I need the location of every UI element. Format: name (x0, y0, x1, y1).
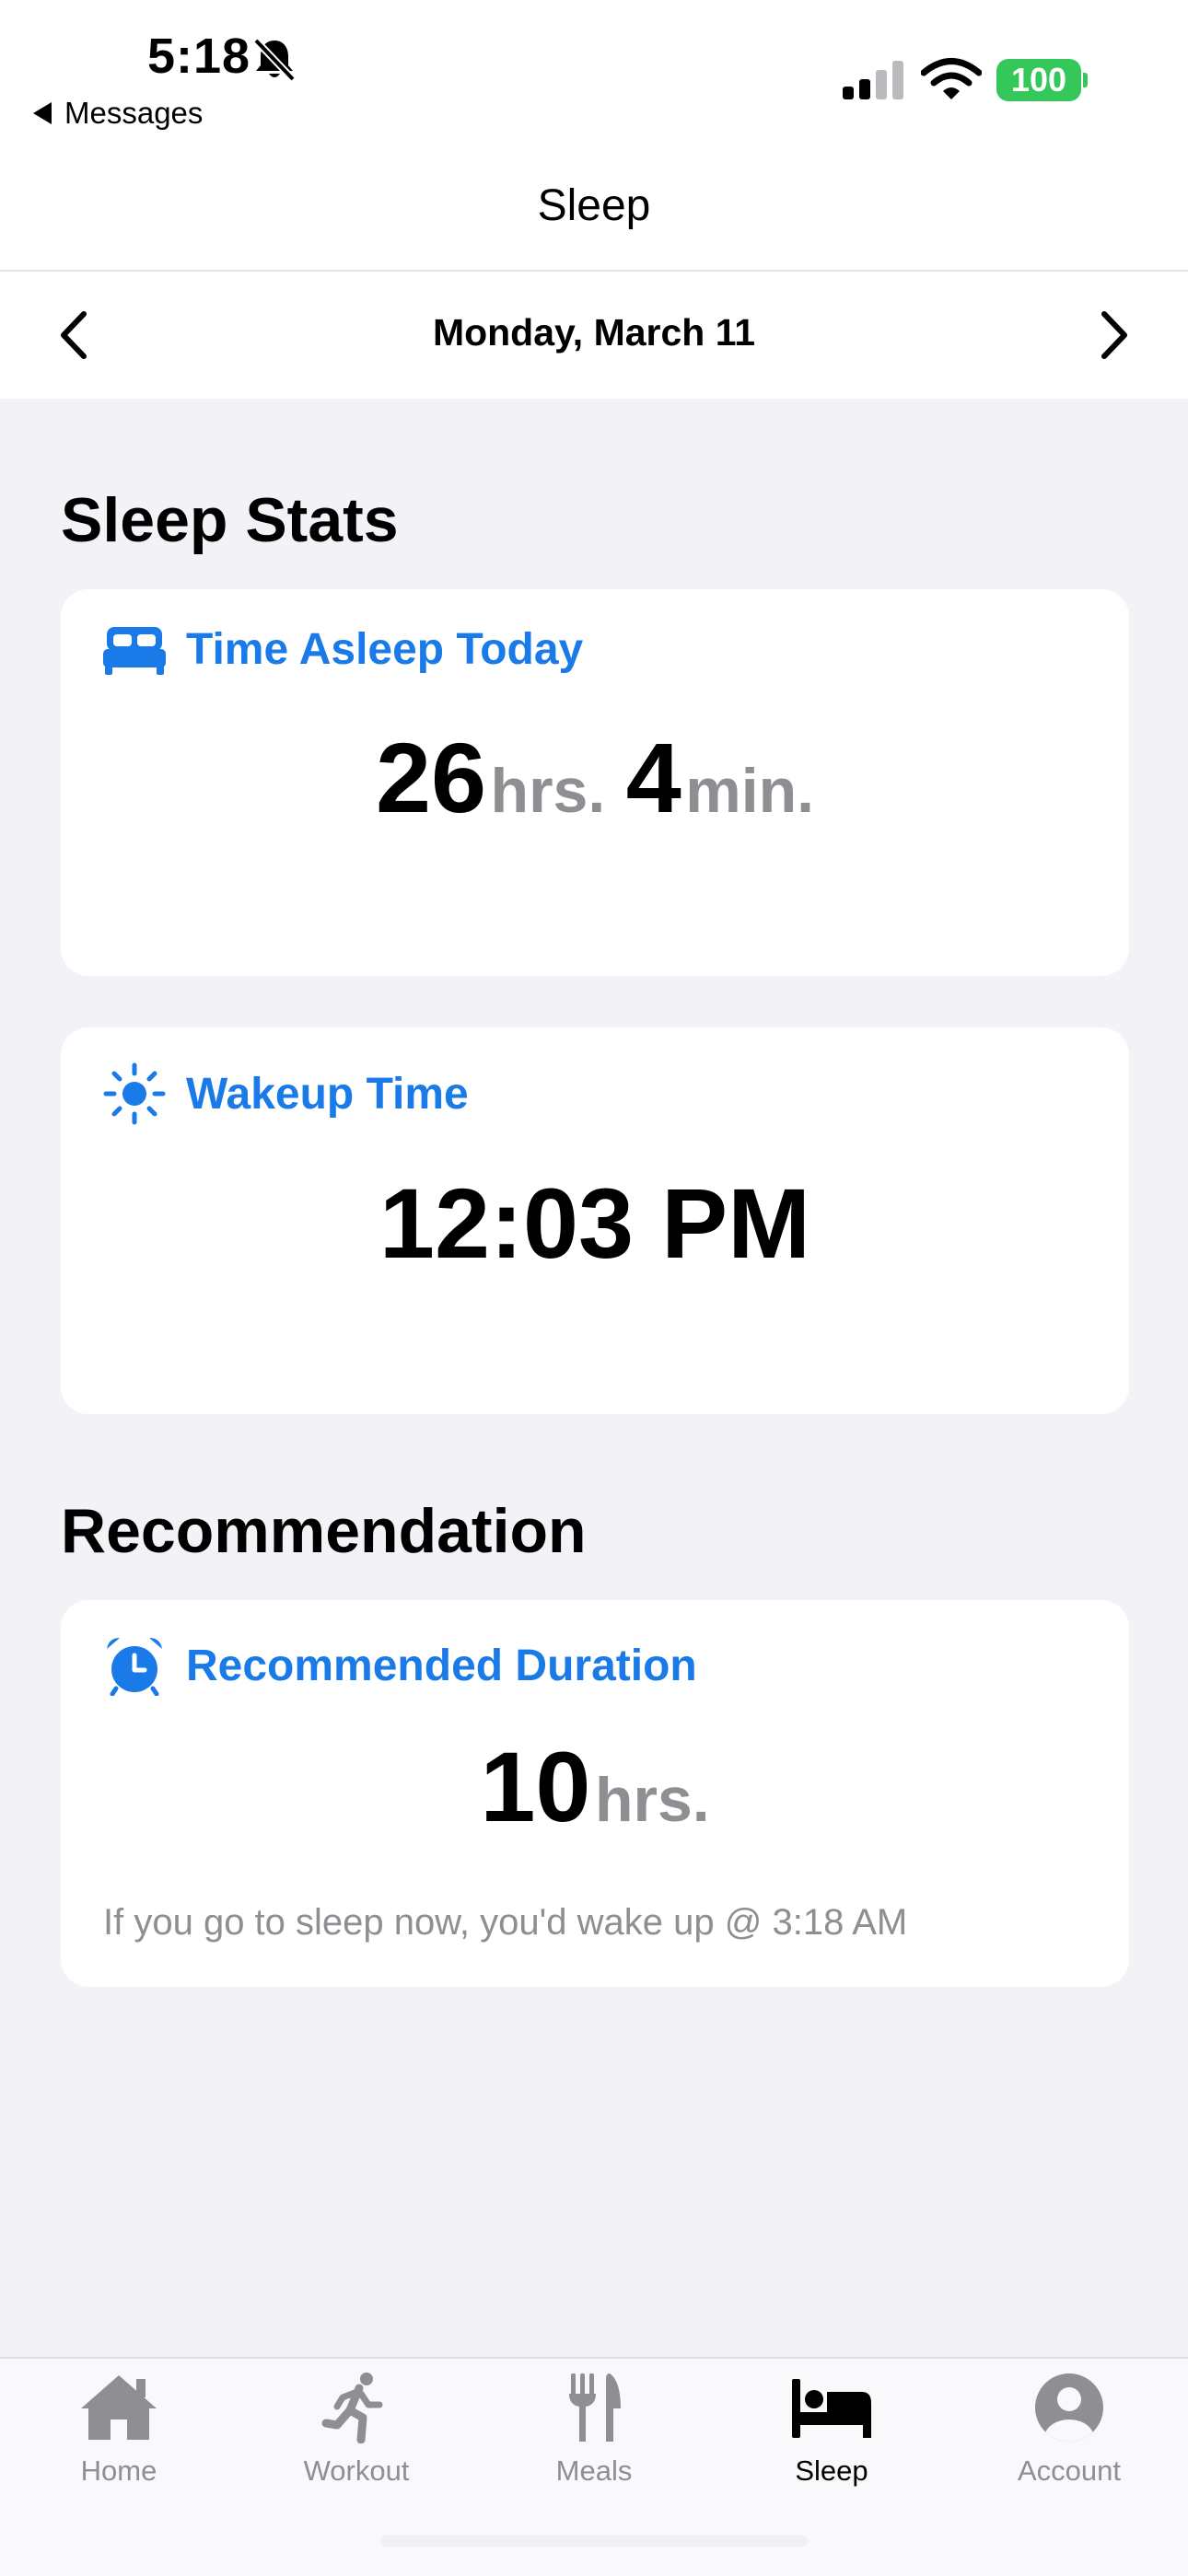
time-asleep-header: Time Asleep Today (103, 624, 583, 675)
hours-unit: hrs. (490, 756, 606, 826)
minutes-unit: min. (685, 756, 815, 826)
house-icon (81, 2375, 157, 2440)
back-to-messages-link[interactable]: Messages (33, 96, 203, 131)
bell-slash-icon (253, 38, 296, 82)
tab-sleep-label: Sleep (795, 2454, 868, 2487)
chevron-right-icon (1101, 311, 1127, 359)
status-time: 5:18 (147, 29, 251, 84)
wifi-icon (921, 58, 982, 99)
battery-tip (1083, 73, 1088, 87)
wakeup-time-value: 12:03 PM (379, 1167, 811, 1279)
recommended-hours: 10 (480, 1731, 591, 1842)
running-figure-icon (321, 2373, 383, 2443)
wakeup-title: Wakeup Time (186, 1069, 469, 1119)
sleep-stats-heading: Sleep Stats (61, 485, 399, 555)
back-triangle-icon (33, 102, 52, 124)
bed-icon (103, 626, 166, 675)
battery-indicator: 100 (996, 59, 1081, 101)
page-title: Sleep (537, 181, 651, 230)
wakeup-time-card: Wakeup Time 12:03 PM (61, 1027, 1129, 1414)
tab-meals-label: Meals (555, 2454, 633, 2487)
time-asleep-title: Time Asleep Today (186, 625, 584, 674)
back-link-label: Messages (64, 96, 204, 130)
tab-sleep[interactable]: Sleep (713, 2372, 950, 2488)
recommended-title: Recommended Duration (186, 1641, 697, 1690)
minutes-value: 4 (625, 722, 681, 833)
time-asleep-value: 26 hrs. 4 min. (61, 720, 1129, 835)
date-label: Monday, March 11 (432, 311, 756, 354)
tab-home-label: Home (80, 2454, 157, 2487)
bed-icon (792, 2379, 871, 2438)
wake-up-note: If you go to sleep now, you'd wake up @ … (103, 1902, 908, 1943)
person-circle-icon (1035, 2373, 1103, 2442)
alarm-clock-icon (107, 1638, 162, 1696)
recommended-duration-card: Recommended Duration 10 hrs. If you go t… (61, 1600, 1129, 1987)
tab-meals[interactable]: Meals (475, 2372, 713, 2488)
recommended-hours-unit: hrs. (594, 1765, 710, 1835)
recommendation-heading: Recommendation (61, 1496, 587, 1566)
tab-workout[interactable]: Workout (238, 2372, 475, 2488)
fork-knife-icon (569, 2373, 621, 2442)
tab-account[interactable]: Account (950, 2372, 1188, 2488)
divider (0, 270, 1188, 272)
home-indicator[interactable] (380, 2535, 808, 2547)
wakeup-header: Wakeup Time (103, 1062, 469, 1125)
cellular-signal-icon (843, 61, 903, 99)
recommended-value: 10 hrs. (61, 1729, 1129, 1844)
tab-account-label: Account (1017, 2454, 1121, 2487)
battery-level: 100 (1010, 61, 1067, 99)
wakeup-value-row: 12:03 PM (61, 1166, 1129, 1281)
sun-icon (103, 1062, 166, 1125)
tab-workout-label: Workout (303, 2454, 410, 2487)
tab-home[interactable]: Home (0, 2372, 238, 2488)
recommended-header: Recommended Duration (103, 1635, 697, 1696)
next-day-button[interactable] (1087, 307, 1142, 363)
hours-value: 26 (375, 722, 487, 833)
time-asleep-card: Time Asleep Today 26 hrs. 4 min. (61, 589, 1129, 976)
